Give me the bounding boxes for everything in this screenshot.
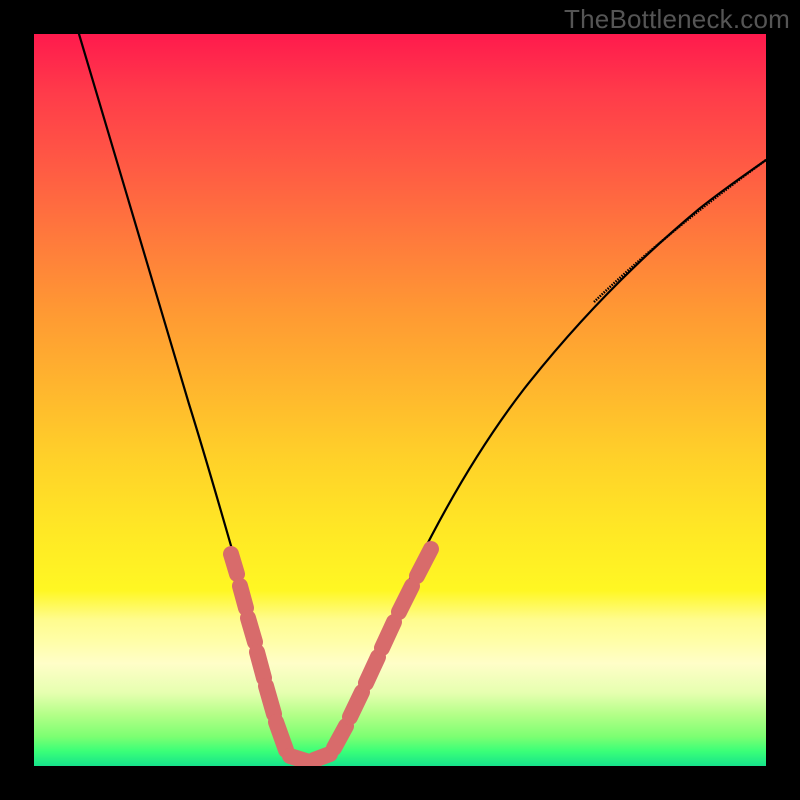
- highlight-band-left: [231, 554, 286, 750]
- attribution-text: TheBottleneck.com: [564, 4, 790, 35]
- highlight-band-bottom: [290, 754, 330, 761]
- curve-overlay: [34, 34, 766, 766]
- chart-frame: TheBottleneck.com: [0, 0, 800, 800]
- plot-area: [34, 34, 766, 766]
- bottleneck-curve: [79, 34, 766, 763]
- highlight-band-right: [334, 549, 431, 748]
